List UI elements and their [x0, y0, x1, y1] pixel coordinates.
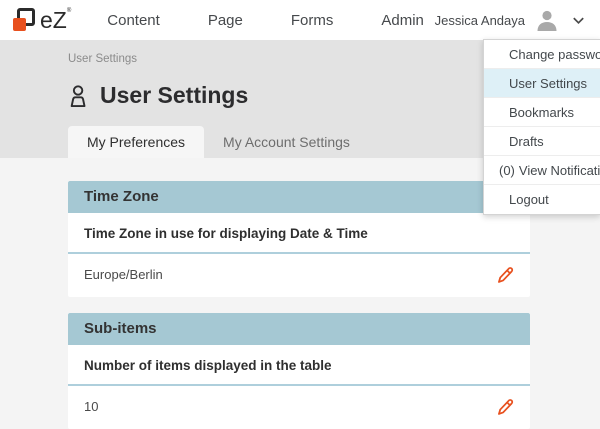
user-name: Jessica Andaya: [435, 13, 525, 28]
notification-count: (0): [499, 163, 515, 178]
user-dropdown-menu: Change password User Settings Bookmarks …: [483, 39, 600, 215]
tab-my-account-settings[interactable]: My Account Settings: [204, 126, 369, 158]
timezone-section: Time Zone Time Zone in use for displayin…: [68, 181, 530, 297]
subitems-value: 10: [84, 399, 98, 414]
menu-item-user-settings[interactable]: User Settings: [484, 69, 600, 98]
ez-logo-trademark: ®: [67, 8, 71, 14]
timezone-section-title: Time Zone: [68, 181, 530, 213]
ez-logo[interactable]: eZ ®: [10, 5, 71, 35]
subitems-section: Sub-items Number of items displayed in t…: [68, 313, 530, 429]
chevron-down-icon: [571, 13, 586, 28]
timezone-edit-button[interactable]: [495, 264, 516, 285]
subitems-section-title: Sub-items: [68, 313, 530, 345]
menu-item-view-notifications[interactable]: (0) View Notifications: [484, 156, 600, 185]
ez-logo-text: eZ: [40, 5, 67, 35]
top-navbar: eZ ® Content Page Forms Admin Jessica An…: [0, 0, 600, 40]
timezone-value: Europe/Berlin: [84, 267, 163, 282]
pencil-icon: [495, 396, 516, 417]
user-avatar-icon: [534, 7, 560, 33]
nav-item-forms[interactable]: Forms: [291, 12, 334, 29]
nav-item-content[interactable]: Content: [107, 12, 160, 29]
ez-logo-icon: [10, 5, 40, 35]
menu-item-bookmarks[interactable]: Bookmarks: [484, 98, 600, 127]
user-icon: [68, 84, 90, 108]
timezone-value-row: Europe/Berlin: [68, 254, 530, 297]
nav-item-page[interactable]: Page: [208, 12, 243, 29]
subitems-field-label: Number of items displayed in the table: [68, 345, 530, 386]
menu-item-drafts[interactable]: Drafts: [484, 127, 600, 156]
main-nav: Content Page Forms Admin: [107, 12, 424, 29]
timezone-field-label: Time Zone in use for displaying Date & T…: [68, 213, 530, 254]
menu-item-change-password[interactable]: Change password: [484, 40, 600, 69]
nav-item-admin[interactable]: Admin: [381, 12, 424, 29]
menu-item-logout[interactable]: Logout: [484, 185, 600, 214]
pencil-icon: [495, 264, 516, 285]
subitems-edit-button[interactable]: [495, 396, 516, 417]
tab-bar: My Preferences My Account Settings: [68, 126, 369, 158]
subitems-value-row: 10: [68, 386, 530, 429]
page-title: User Settings: [100, 82, 248, 109]
tab-my-preferences[interactable]: My Preferences: [68, 126, 204, 158]
notification-label: View Notifications: [519, 163, 600, 178]
user-menu-toggle[interactable]: Jessica Andaya: [435, 7, 586, 33]
